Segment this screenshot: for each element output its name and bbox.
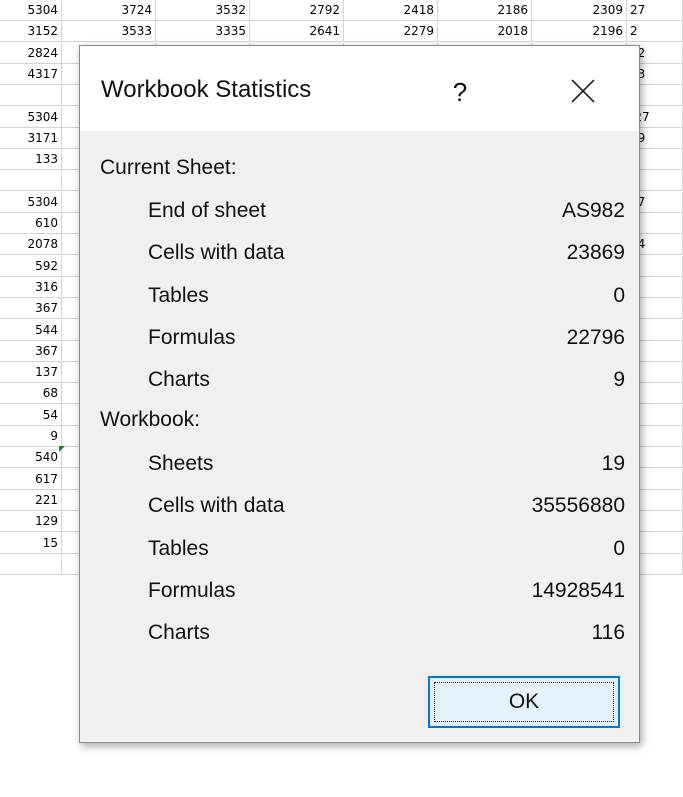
sheet-cell[interactable]: 3724 [62, 0, 156, 21]
stat-value: 116 [591, 621, 625, 644]
sheet-cell[interactable]: 610 [0, 213, 62, 234]
sheet-cell[interactable]: 617 [0, 469, 62, 490]
sheet-cell[interactable]: 9 [0, 426, 62, 447]
sheet-cell[interactable]: 3532 [156, 0, 250, 21]
close-button[interactable] [560, 68, 608, 114]
sheet-cell[interactable]: 27 [627, 0, 683, 21]
sheet-cell[interactable]: 2279 [344, 21, 438, 42]
sheet-cell[interactable]: 3171 [0, 128, 62, 149]
sheet-cell[interactable]: 367 [0, 298, 62, 319]
stat-value: 0 [613, 284, 625, 307]
ok-button[interactable]: OK [428, 676, 620, 728]
sheet-cell[interactable]: 2418 [344, 0, 438, 21]
stat-value: 23869 [566, 241, 625, 264]
current-sheet-heading: Current Sheet: [100, 156, 237, 179]
close-icon [571, 79, 595, 103]
stat-value: 14928541 [531, 579, 625, 602]
stat-label: Charts [148, 621, 210, 644]
stat-label: Tables [148, 537, 209, 560]
sheet-cell[interactable] [0, 170, 62, 191]
sheet-cell[interactable]: 367 [0, 341, 62, 362]
sheet-cell[interactable]: 68 [0, 383, 62, 404]
dialog-titlebar: Workbook Statistics ? [80, 46, 639, 131]
dialog-title: Workbook Statistics [101, 76, 312, 103]
sheet-cell[interactable]: 3152 [0, 21, 62, 42]
stat-label: Formulas [148, 326, 236, 349]
sheet-cell[interactable]: 15 [0, 533, 62, 554]
sheet-cell[interactable]: 2078 [0, 234, 62, 255]
sheet-cell[interactable]: 5304 [0, 107, 62, 128]
stat-label: Sheets [148, 452, 214, 475]
sheet-cell[interactable]: 221 [0, 490, 62, 511]
sheet-cell[interactable]: 137 [0, 362, 62, 383]
stat-value: 35556880 [531, 494, 625, 517]
stat-label: End of sheet [148, 199, 266, 222]
sheet-cell[interactable]: 3533 [62, 21, 156, 42]
sheet-cell[interactable] [0, 85, 62, 106]
sheet-cell[interactable]: 2186 [438, 0, 532, 21]
sheet-cell[interactable]: 5304 [0, 0, 62, 21]
stat-label: Cells with data [148, 241, 285, 264]
stat-value: AS982 [561, 199, 625, 222]
sheet-cell[interactable]: 540 [0, 447, 62, 468]
sheet-cell[interactable] [0, 554, 62, 575]
help-button[interactable]: ? [440, 72, 480, 112]
stat-label: Tables [148, 284, 209, 307]
stat-value: 9 [613, 368, 625, 391]
stat-label: Charts [148, 368, 210, 391]
stat-label: Cells with data [148, 494, 285, 517]
stat-value: 19 [601, 452, 625, 475]
sheet-cell[interactable]: 2 [627, 21, 683, 42]
cell-error-indicator [59, 446, 65, 452]
sheet-cell[interactable]: 3335 [156, 21, 250, 42]
sheet-cell[interactable]: 2309 [532, 0, 627, 21]
sheet-cell[interactable]: 592 [0, 256, 62, 277]
sheet-cell[interactable]: 2792 [250, 0, 344, 21]
stat-value: 0 [613, 537, 625, 560]
sheet-cell[interactable]: 544 [0, 320, 62, 341]
sheet-cell[interactable]: 54 [0, 405, 62, 426]
stat-label: Formulas [148, 579, 236, 602]
sheet-cell[interactable]: 2641 [250, 21, 344, 42]
sheet-cell[interactable]: 5304 [0, 192, 62, 213]
sheet-cell[interactable]: 316 [0, 277, 62, 298]
sheet-cell[interactable]: 2018 [438, 21, 532, 42]
sheet-cell[interactable]: 129 [0, 511, 62, 532]
sheet-cell[interactable]: 133 [0, 149, 62, 170]
sheet-cell[interactable]: 2196 [532, 21, 627, 42]
sheet-cell[interactable]: 2824 [0, 43, 62, 64]
workbook-statistics-dialog: Workbook Statistics ? Current Sheet: End… [79, 45, 640, 743]
stat-value: 22796 [566, 326, 625, 349]
workbook-heading: Workbook: [100, 408, 200, 431]
sheet-cell[interactable]: 4317 [0, 64, 62, 85]
